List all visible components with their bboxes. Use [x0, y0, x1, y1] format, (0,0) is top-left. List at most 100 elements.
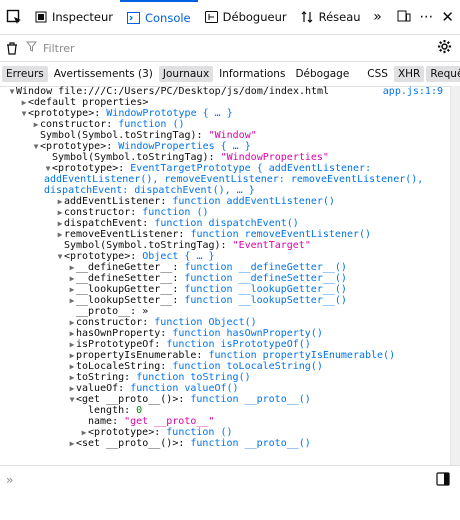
collapsed-arrow-icon[interactable]: ▶ [68, 273, 76, 284]
object-property-row[interactable]: ▶ <set __proto__()>: function __proto__() [0, 438, 451, 449]
collapsed-arrow-icon[interactable]: ▶ [68, 317, 76, 328]
source-location-link[interactable]: app.js:1:9 [383, 86, 443, 97]
expanded-arrow-icon[interactable]: ▼ [8, 86, 16, 97]
devtools-toolbar: Inspecteur Console Débogueur Réseau » ⋯ … [0, 0, 460, 35]
collapsed-arrow-icon[interactable]: ▶ [68, 361, 76, 372]
collapsed-arrow-icon[interactable]: ▶ [68, 284, 76, 295]
object-property-row[interactable]: ▶ __defineGetter__: function __defineGett… [0, 262, 451, 273]
expanded-arrow-icon[interactable]: ▼ [32, 141, 40, 152]
object-property-row[interactable]: ▶ toLocaleString: function toLocaleString… [0, 361, 451, 372]
filter-requests[interactable]: Requêtes [426, 66, 460, 82]
object-property-row[interactable]: ▶ constructor: function Object() [0, 317, 451, 328]
object-property-row[interactable]: ▶ isPrototypeOf: function isPrototypeOf() [0, 339, 451, 350]
token: Symbol(Symbol.toStringTag): [64, 240, 233, 251]
collapsed-arrow-icon[interactable]: ▶ [32, 119, 40, 130]
object-property-row[interactable]: ▶ constructor: function () [0, 207, 451, 218]
object-property-row[interactable]: ▶ propertyIsEnumerable: function property… [0, 350, 451, 361]
gear-icon[interactable] [437, 39, 452, 57]
object-property-row[interactable]: ▶ hasOwnProperty: function hasOwnProperty… [0, 328, 451, 339]
collapsed-arrow-icon[interactable]: ▶ [56, 196, 64, 207]
token: function addEventListener() [172, 196, 335, 207]
collapsed-arrow-icon[interactable]: ▶ [68, 295, 76, 306]
collapsed-arrow-icon[interactable]: ▶ [68, 262, 76, 273]
collapsed-arrow-icon[interactable]: ▶ [20, 97, 28, 108]
collapsed-arrow-icon[interactable]: ▶ [68, 339, 76, 350]
object-property-row: dispatchEvent: dispatchEvent(), … } [0, 185, 451, 196]
filter-warnings[interactable]: Avertissements (3) [50, 66, 157, 82]
object-property-row[interactable]: ▶ __lookupGetter__: function __lookupGett… [0, 284, 451, 295]
tab-network[interactable]: Réseau [294, 0, 368, 34]
token: __lookupGetter__: [76, 284, 185, 295]
tab-label: Débogueur [222, 10, 287, 24]
token: Symbol(Symbol.toStringTag): [52, 152, 221, 163]
close-icon[interactable]: ✕ [441, 10, 454, 25]
expanded-arrow-icon[interactable]: ▼ [20, 108, 28, 119]
token: function __defineSetter__() [184, 273, 347, 284]
collapsed-arrow-icon[interactable]: ▶ [80, 427, 88, 438]
collapsed-arrow-icon[interactable]: ▶ [68, 372, 76, 383]
token: function valueOf() [130, 383, 239, 394]
object-property-row[interactable]: ▶ addEventListener: function addEventList… [0, 196, 451, 207]
tab-label: Réseau [318, 10, 361, 24]
options-menu-icon[interactable]: ⋯ [419, 10, 433, 24]
token: function __lookupSetter__() [184, 295, 347, 306]
filter-logs[interactable]: Journaux [158, 66, 214, 82]
object-property-row[interactable]: ▶ <prototype>: function () [0, 427, 451, 438]
object-property-row[interactable]: ▼ <prototype>: Object { … } [0, 251, 451, 262]
collapsed-arrow-icon[interactable]: ▶ [56, 207, 64, 218]
object-property-row[interactable]: ▶ constructor: function () [0, 119, 451, 130]
object-property-row[interactable]: ▶ __lookupSetter__: function __lookupSett… [0, 295, 451, 306]
more-tools-icon[interactable]: » [368, 3, 388, 31]
token: » [142, 306, 149, 317]
trash-icon[interactable] [6, 41, 18, 55]
object-property-row[interactable]: ▼ <get __proto__()>: function __proto__() [0, 394, 451, 405]
tab-debugger[interactable]: Débogueur [198, 0, 294, 34]
console-log-entry[interactable]: ▼ Window file:///C:/Users/PC/Desktop/js/d… [0, 86, 451, 97]
token: constructor: [76, 317, 155, 328]
element-picker-icon[interactable] [0, 3, 28, 31]
object-property-row[interactable]: ▼ <prototype>: EventTargetPrototype { add… [0, 163, 451, 174]
split-console-icon[interactable] [436, 472, 450, 489]
collapsed-arrow-icon[interactable]: ▶ [68, 350, 76, 361]
console-scrollbar[interactable] [450, 86, 460, 465]
object-property-row[interactable]: ▶ dispatchEvent: function dispatchEvent() [0, 218, 451, 229]
collapsed-arrow-icon[interactable]: ▶ [68, 328, 76, 339]
token: Object { … } [142, 251, 215, 262]
tab-console[interactable]: Console [119, 0, 198, 34]
collapsed-arrow-icon[interactable]: ▶ [56, 229, 64, 240]
console-input[interactable]: » [6, 473, 13, 487]
object-property-row[interactable]: ▼ <prototype>: WindowProperties { … } [0, 141, 451, 152]
expanded-arrow-icon[interactable]: ▼ [68, 394, 76, 405]
object-property-row[interactable]: ▶ __defineSetter__: function __defineSett… [0, 273, 451, 284]
object-property-row[interactable]: ▶ <default properties> [0, 97, 451, 108]
filter-errors[interactable]: Erreurs [2, 66, 48, 82]
collapsed-arrow-icon[interactable]: ▶ [68, 383, 76, 394]
tab-inspector[interactable]: Inspecteur [28, 0, 120, 34]
console-icon [126, 12, 140, 24]
token: function isPrototypeOf() [166, 339, 311, 350]
object-property-row[interactable]: ▶ removeEventListener: function removeEve… [0, 229, 451, 240]
token: function () [118, 119, 185, 130]
debugger-icon [204, 11, 218, 23]
expanded-arrow-icon[interactable]: ▼ [44, 163, 52, 174]
responsive-design-icon[interactable] [397, 9, 411, 26]
collapsed-arrow-icon[interactable]: ▶ [68, 438, 76, 449]
token: "EventTarget" [232, 240, 311, 251]
object-property-row[interactable]: ▶ valueOf: function valueOf() [0, 383, 451, 394]
expanded-arrow-icon[interactable]: ▼ [56, 251, 64, 262]
token: <get __proto__()>: [76, 394, 191, 405]
object-property-row[interactable]: ▼ <prototype>: WindowPrototype { … } [0, 108, 451, 119]
filter-debug[interactable]: Débogage [291, 66, 353, 82]
filter-input[interactable]: Filtrer [25, 41, 75, 55]
token: function __defineGetter__() [184, 262, 347, 273]
token: EventTargetPrototype { addEventListener: [130, 163, 372, 174]
collapsed-arrow-icon[interactable]: ▶ [56, 218, 64, 229]
token: function toLocaleString() [172, 361, 323, 372]
token: __proto__: [76, 306, 143, 317]
object-property-row: Symbol(Symbol.toStringTag): "WindowPrope… [0, 152, 451, 163]
log-category-bar: Erreurs Avertissements (3) Journaux Info… [0, 62, 460, 87]
filter-info[interactable]: Informations [215, 66, 289, 82]
filter-css[interactable]: CSS [363, 66, 392, 82]
object-property-row[interactable]: ▶ toString: function toString() [0, 372, 451, 383]
filter-xhr[interactable]: XHR [393, 66, 425, 82]
